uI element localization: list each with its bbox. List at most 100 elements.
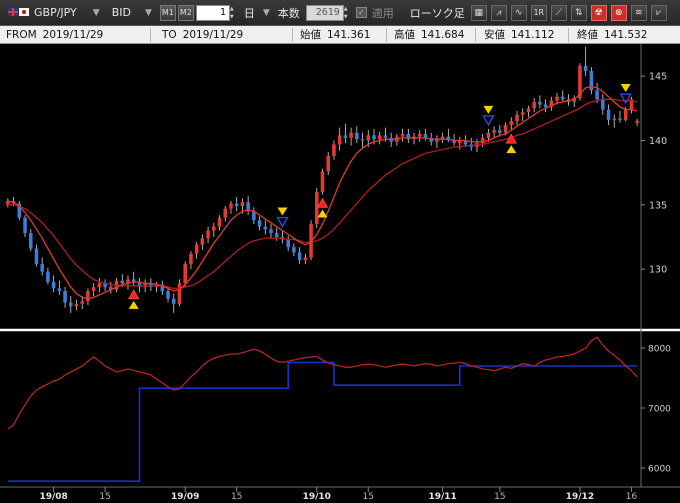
bid-select[interactable]: BID (110, 6, 133, 19)
candle-body (28, 233, 33, 249)
count-stepper[interactable]: ▲ ▼ (344, 5, 352, 21)
x-tick-label: 19/12 (566, 492, 594, 502)
x-tick-label: 16 (626, 492, 638, 502)
sell-signal-marker (483, 105, 494, 114)
chart-type-grid-icon[interactable]: ▦ (470, 4, 487, 21)
x-tick-label: 19/10 (303, 492, 331, 502)
candle-body (343, 135, 348, 138)
period-unit-chevron-icon[interactable]: ▼ (263, 8, 270, 18)
candle-body (97, 283, 102, 288)
pair-dropdown-chevron-icon[interactable]: ▼ (93, 8, 100, 18)
count-input[interactable]: 2619 (305, 4, 344, 21)
candle-body (212, 226, 216, 231)
candle-body (503, 125, 508, 133)
candle-body (532, 101, 536, 109)
close-label: 終値 (577, 29, 598, 41)
y-tick-label: 140 (649, 136, 667, 147)
candle-body (498, 130, 502, 133)
sell-signal-arrow (276, 216, 289, 228)
candle-body (515, 114, 519, 122)
sell-signal-marker (277, 207, 288, 216)
apply-checkbox[interactable]: ✓ (355, 7, 367, 18)
info-divider (568, 28, 569, 42)
candle-body (240, 202, 245, 207)
buy-signal-arrow (316, 197, 329, 208)
period-stepper[interactable]: ▲ ▼ (230, 5, 238, 21)
candle-body (601, 99, 605, 110)
trend-icon[interactable]: ∿ (510, 4, 527, 21)
sell-signal-marker (620, 84, 631, 93)
candle-body (303, 257, 308, 261)
price-chart[interactable]: 130 135 140 145 6000 7000 8000 19/08 15 19/09 15 19… (0, 44, 680, 503)
line-icon[interactable]: ⩗ (650, 4, 667, 21)
sell-signal-arrow (619, 93, 632, 105)
side-dropdown-chevron-icon[interactable]: ▼ (145, 8, 152, 18)
high-field: 高値 141.684 (394, 27, 464, 42)
x-tick-label: 15 (99, 492, 110, 502)
from-label: FROM (6, 28, 37, 41)
x-tick-label: 15 (363, 492, 374, 502)
buy-signal-marker (317, 209, 328, 218)
x-tick-label: 15 (231, 492, 242, 502)
candle-body (400, 134, 405, 137)
chart-type-select[interactable]: ローソク足 (408, 5, 467, 21)
to-date: 2019/11/29 (182, 28, 244, 41)
to-label: TO (162, 28, 177, 41)
x-tick-label: 15 (494, 492, 505, 502)
sub-indicator-plot (7, 336, 638, 482)
candle-body (618, 118, 622, 120)
candle-body (91, 287, 96, 291)
info-divider (150, 28, 151, 42)
candle-body (509, 121, 514, 126)
high-label: 高値 (394, 29, 415, 41)
wave-icon[interactable]: ≋ (630, 4, 647, 21)
sub-y-tick-label: 6000 (648, 465, 671, 475)
candle-body (355, 132, 359, 140)
chart-axes: 130 135 140 145 6000 7000 8000 19/08 15 19/09 15 19… (0, 44, 680, 502)
open-value: 141.361 (327, 29, 371, 41)
alert-icon[interactable]: ☢ (590, 4, 607, 21)
candle-body (417, 134, 422, 137)
candle-body (34, 248, 39, 264)
from-field: FROM 2019/11/29 (6, 29, 103, 41)
pair-select[interactable]: GBP/JPY (32, 6, 79, 19)
candle-body (297, 252, 302, 261)
candle-body (51, 281, 56, 289)
x-tick-label: 19/08 (39, 492, 67, 502)
draw-icon[interactable]: ⟋ (550, 4, 567, 21)
candle-body (269, 229, 273, 234)
low-value: 141.112 (511, 29, 555, 41)
candle-body (223, 208, 228, 218)
candle-body (606, 109, 611, 120)
indicator-icon[interactable]: ⩘ (490, 4, 507, 21)
candle-body (74, 303, 79, 307)
close-chart-icon[interactable]: ⊗ (610, 4, 627, 21)
m2-button[interactable]: M2 (177, 4, 194, 21)
candle-body (560, 96, 565, 100)
candle-body (377, 135, 382, 140)
candle-body (63, 290, 67, 303)
candle-body (69, 302, 73, 307)
candle-body (486, 132, 491, 138)
compare-icon[interactable]: ⇅ (570, 4, 587, 21)
candle-body (292, 247, 296, 253)
close-value: 141.532 (604, 29, 648, 41)
open-field: 始値 141.361 (300, 27, 370, 42)
candle-body (194, 244, 199, 254)
candle-body (200, 238, 205, 245)
candle-body (366, 135, 371, 141)
y-tick-label: 130 (649, 265, 667, 276)
sub-y-tick-label: 8000 (648, 345, 671, 355)
candle-body (320, 171, 325, 192)
candle-body (80, 301, 85, 304)
one-r-icon[interactable]: 1R (530, 4, 547, 21)
candle-body (263, 226, 268, 230)
currency-flag-icon (8, 7, 30, 19)
candle-body (492, 130, 496, 133)
period-input[interactable]: 1 (195, 4, 230, 21)
to-field: TO 2019/11/29 (162, 29, 243, 41)
info-divider (386, 28, 387, 42)
toolbar: GBP/JPY ▼ BID ▼ M1 M2 1 ▲ ▼ 日 ▼ 本数 2619 ▲… (0, 0, 680, 26)
candle-body (635, 120, 639, 123)
m1-button[interactable]: M1 (159, 4, 176, 21)
